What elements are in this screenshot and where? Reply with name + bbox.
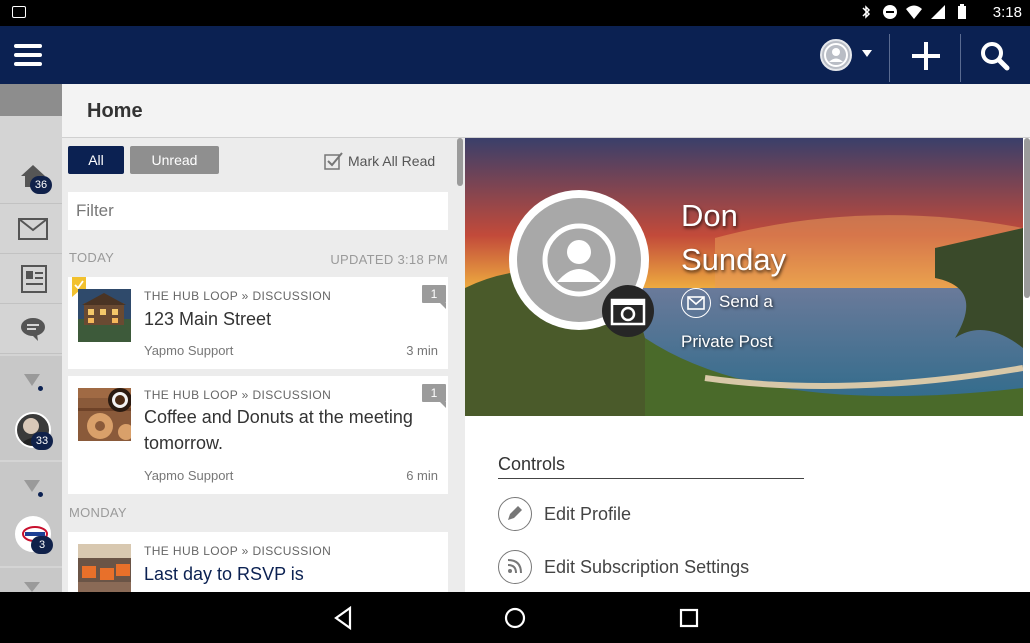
card-source: THE HUB LOOP » DISCUSSION	[144, 544, 332, 558]
comment-count-badge: 1	[422, 384, 446, 408]
edit-subscription-label: Edit Subscription Settings	[544, 556, 750, 577]
card-title: 123 Main Street	[144, 309, 272, 329]
section-label-today: TODAY	[69, 250, 115, 265]
updated-timestamp: UPDATED 3:18 PM	[330, 252, 448, 267]
rail-directory[interactable]	[0, 254, 62, 304]
card-title: Last day to RSVP is	[144, 564, 304, 584]
feed-card[interactable]: THE HUB LOOP » DISCUSSION Last day to RS…	[68, 532, 448, 592]
left-rail: 36 33 3	[0, 84, 62, 592]
divider	[498, 478, 804, 479]
battery-icon	[958, 4, 966, 19]
image-notification-icon	[12, 6, 26, 18]
feed-card[interactable]: THE HUB LOOP » DISCUSSION Coffee and Don…	[68, 376, 448, 494]
do-not-disturb-icon	[883, 5, 897, 19]
rail-group-1[interactable]: 33	[0, 356, 62, 460]
comment-count-badge: 1	[422, 285, 446, 309]
hamburger-icon[interactable]	[14, 44, 42, 66]
mark-all-read-button[interactable]: Mark All Read	[324, 151, 435, 171]
edit-profile-label: Edit Profile	[544, 503, 632, 524]
user-circle-icon	[820, 39, 852, 71]
card-time: 3 min	[406, 343, 438, 358]
profile-panel: Don Sunday Send a Private Post Controls …	[465, 138, 1030, 592]
profile-first-name: Don	[681, 198, 738, 233]
divider	[960, 34, 961, 82]
rail-header	[0, 84, 62, 116]
rail-group-2[interactable]: 3	[0, 462, 62, 566]
tab-all[interactable]: All	[68, 146, 124, 174]
home-button[interactable]	[501, 604, 529, 632]
app-bar	[0, 26, 1030, 84]
recents-square-icon	[679, 608, 699, 628]
edit-profile-button[interactable]: Edit Profile	[498, 496, 631, 532]
section-label-monday: MONDAY	[69, 505, 127, 520]
group2-badge: 3	[31, 536, 53, 554]
card-author: Yapmo Support	[144, 468, 234, 483]
card-source: THE HUB LOOP » DISCUSSION	[144, 388, 332, 402]
mark-all-read-label: Mark All Read	[348, 153, 436, 169]
send-label-line1: Send a	[719, 292, 773, 311]
search-icon	[981, 42, 1010, 71]
card-source: THE HUB LOOP » DISCUSSION	[144, 289, 332, 303]
status-icons	[858, 4, 970, 20]
controls-heading: Controls	[498, 454, 566, 474]
change-photo-button[interactable]	[602, 285, 654, 337]
rail-messages[interactable]	[0, 204, 62, 254]
pencil-icon	[498, 497, 532, 531]
feed-column: All Unread Mark All Read TODAY UPDATED 3…	[62, 138, 465, 592]
chevron-down-icon	[862, 50, 872, 57]
unread-dot	[38, 492, 43, 497]
signal-icon	[931, 5, 945, 19]
rss-icon	[498, 550, 532, 584]
checkbox-check-icon	[324, 152, 343, 170]
card-author: Yapmo Support	[144, 343, 234, 358]
back-triangle-icon	[334, 605, 352, 631]
send-label-line2: Private Post	[681, 332, 773, 351]
card-thumbnail	[78, 544, 131, 592]
back-button[interactable]	[330, 604, 358, 632]
chat-bubble-icon	[21, 318, 45, 341]
rail-group-3[interactable]	[0, 568, 62, 592]
card-title: Coffee and Donuts at the meeting tomorro…	[144, 407, 413, 453]
tab-unread[interactable]: Unread	[130, 146, 219, 174]
profile-name: Don Sunday	[681, 194, 786, 282]
edit-subscription-settings-button[interactable]: Edit Subscription Settings	[498, 549, 749, 585]
system-nav-bar	[0, 592, 1030, 643]
status-bar: 3:18	[0, 0, 1030, 26]
wifi-icon	[906, 5, 922, 19]
page-header: Home	[62, 84, 1030, 138]
feed-card[interactable]: THE HUB LOOP » DISCUSSION 123 Main Stree…	[68, 277, 448, 369]
card-thumbnail	[78, 289, 131, 342]
profile-scrollbar[interactable]	[1024, 138, 1030, 298]
camera-icon	[610, 298, 646, 326]
filter-input[interactable]	[68, 192, 448, 230]
group1-badge: 33	[31, 432, 53, 450]
profile-last-name: Sunday	[681, 242, 787, 277]
feed-scrollbar[interactable]	[457, 138, 463, 186]
search-button[interactable]	[966, 34, 1026, 78]
home-circle-icon	[504, 607, 526, 629]
bluetooth-icon	[862, 5, 871, 19]
page-title: Home	[87, 100, 143, 122]
card-time: 6 min	[406, 468, 438, 483]
clock: 3:18	[992, 4, 1022, 21]
recents-button[interactable]	[675, 604, 703, 632]
home-badge: 36	[30, 176, 52, 194]
mail-icon	[18, 218, 48, 240]
divider	[889, 34, 890, 82]
rail-chat[interactable]	[0, 304, 62, 354]
unread-dot	[38, 386, 43, 391]
card-thumbnail	[78, 388, 131, 441]
envelope-icon	[681, 288, 711, 318]
account-menu-button[interactable]	[818, 38, 878, 72]
filter-funnel-icon	[24, 582, 40, 592]
rail-home[interactable]: 36	[0, 154, 62, 204]
add-button[interactable]	[896, 34, 956, 78]
contacts-book-icon	[21, 265, 47, 293]
